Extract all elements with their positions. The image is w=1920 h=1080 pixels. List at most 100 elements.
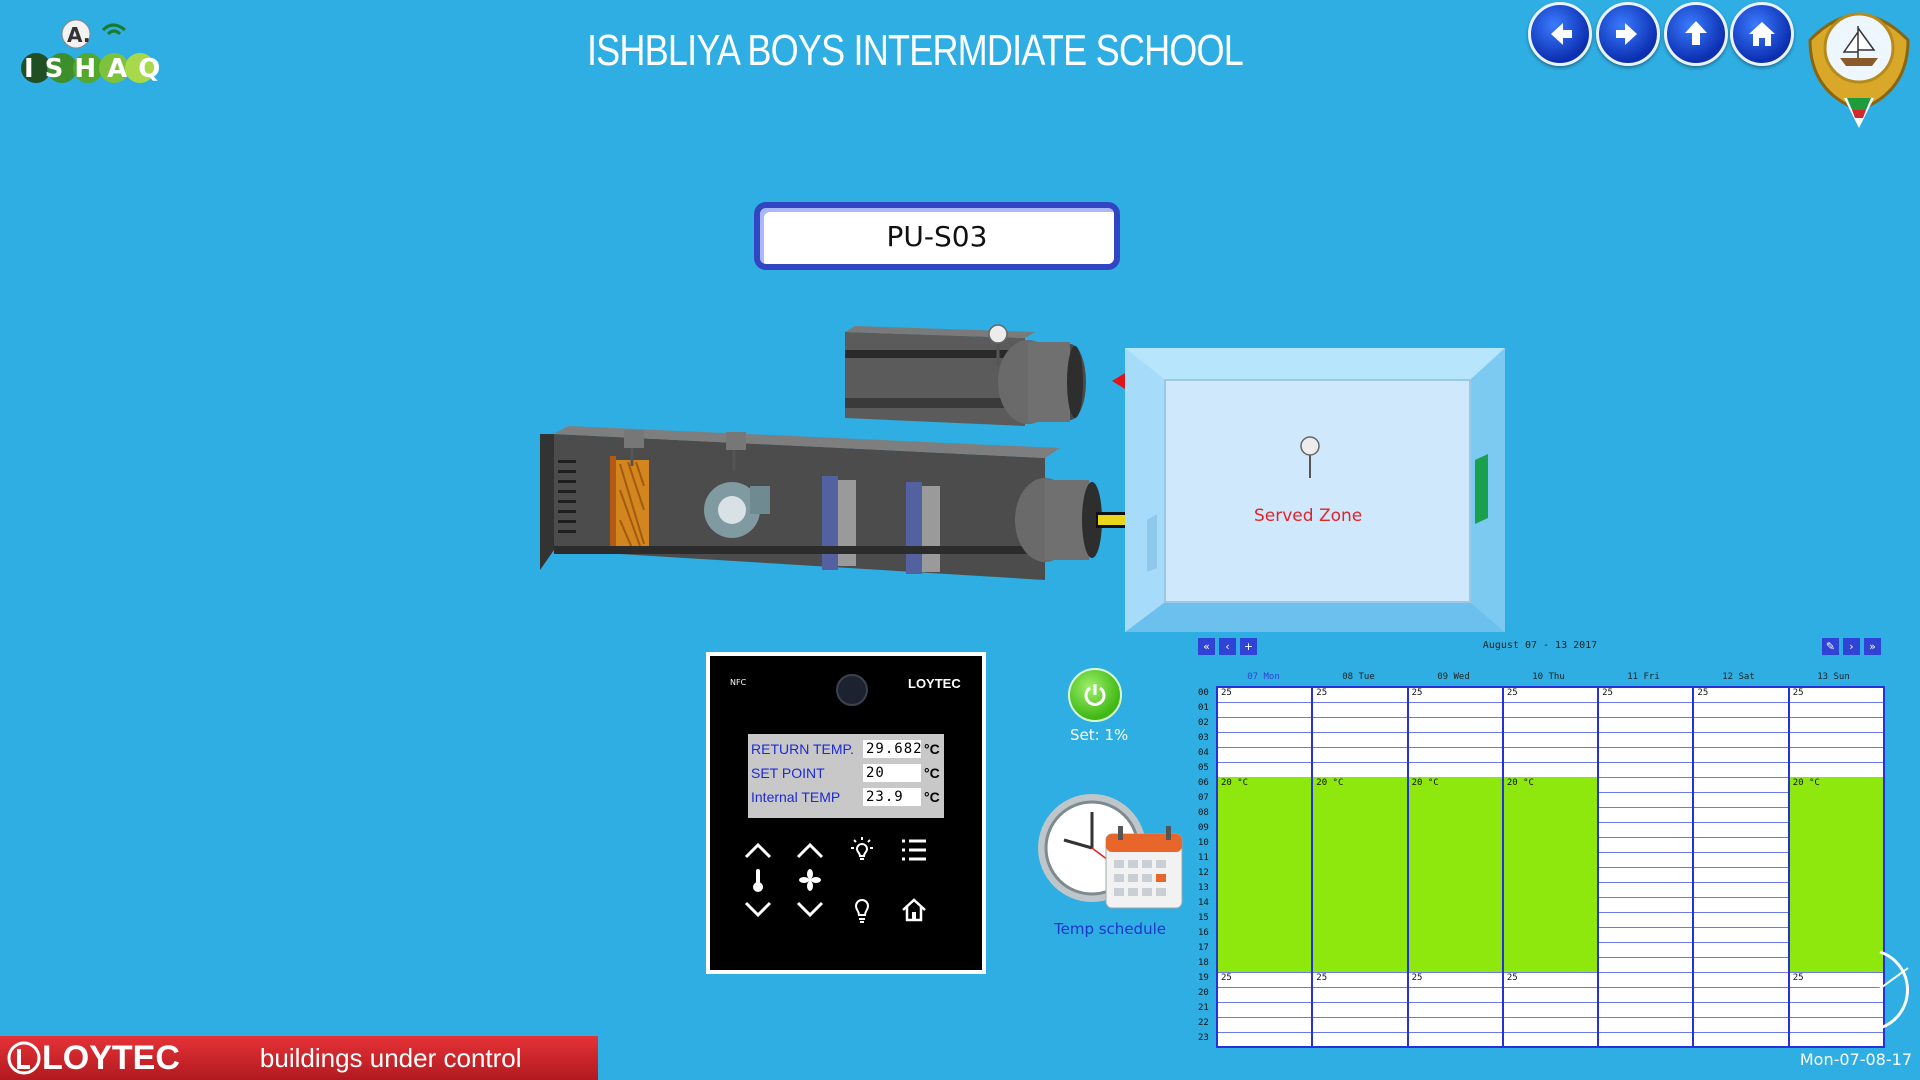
calendar-grid[interactable]: 25 20 °C 25 25 20 °C 25 25 20 °C 25 25 20 °C 25 25 25… — [1216, 686, 1885, 1048]
calendar-day-header: 09 Wed — [1437, 672, 1470, 682]
comfort-schedule-block[interactable]: 20 °C — [1218, 777, 1312, 972]
comfort-schedule-block[interactable]: 20 °C — [1313, 777, 1407, 972]
add-entry-button[interactable]: + — [1240, 638, 1257, 655]
forward-button[interactable] — [1596, 2, 1660, 66]
power-button[interactable] — [1068, 668, 1122, 722]
calendar-day-column[interactable]: 25 20 °C 25 — [1218, 688, 1312, 1046]
calendar-hour-label: 06 — [1198, 778, 1209, 788]
up-button[interactable] — [1664, 2, 1728, 66]
reading-row-set-point: SET POINT 20 °C — [748, 761, 944, 785]
footer-tagline: buildings under control — [259, 1042, 522, 1073]
presence-sensor-icon — [836, 674, 868, 706]
calendar-hour-label: 01 — [1198, 703, 1209, 713]
calendar-hour-label: 14 — [1198, 898, 1209, 908]
calendar-hour-label: 19 — [1198, 973, 1209, 983]
calendar-day-column[interactable]: 25 20 °C 25 — [1311, 688, 1407, 1046]
weekly-schedule-calendar: 07 Mon 08 Tue 09 Wed 10 Thu 11 Fri 12 Sat 13 S… — [1198, 672, 1885, 1048]
schedule-default-value: 25 — [1602, 688, 1613, 698]
calendar-hour-label: 13 — [1198, 883, 1209, 893]
calendar-day-header: 11 Fri — [1627, 672, 1660, 682]
schedule-default-value: 25 — [1316, 973, 1328, 983]
calendar-hour-label: 04 — [1198, 748, 1209, 758]
calendar-date-range: August 07 - 13 2017 — [1482, 640, 1598, 651]
reading-unit: °C — [924, 741, 940, 757]
calendar-hour-label: 12 — [1198, 868, 1209, 878]
served-zone-room — [1125, 348, 1505, 632]
calendar-hour-label: 05 — [1198, 763, 1209, 773]
set-point-value[interactable]: 20 — [863, 764, 921, 782]
page-title: ISHBLIYA BOYS INTERMDIATE SCHOOL — [586, 26, 1244, 75]
calendar-hour-label: 09 — [1198, 823, 1209, 833]
home-mode-button[interactable] — [896, 892, 932, 928]
calendar-day-header: 12 Sat — [1722, 672, 1755, 682]
footer-brand: LOYTEC — [6, 1039, 180, 1078]
calendar-day-header: 08 Tue — [1342, 672, 1375, 682]
light-down-button[interactable] — [844, 892, 880, 928]
nfc-label: NFC — [730, 678, 747, 687]
calendar-day-header: 10 Thu — [1532, 672, 1565, 682]
calendar-hour-label: 11 — [1198, 853, 1209, 863]
unit-name-label: PU-S03 — [754, 202, 1120, 270]
calendar-day-header: 07 Mon — [1247, 672, 1280, 682]
calendar-day-headers: 07 Mon 08 Tue 09 Wed 10 Thu 11 Fri 12 Sat 13 S… — [1216, 672, 1881, 686]
clock-calendar-icon[interactable] — [1034, 786, 1184, 916]
schedule-default-value: 25 — [1221, 973, 1232, 983]
logo-badge: A. — [67, 23, 90, 47]
kuwait-emblem-icon — [1808, 12, 1910, 128]
calendar-hour-label: 18 — [1198, 958, 1209, 968]
footer-banner: LOYTEC buildings under control — [0, 1036, 598, 1080]
calendar-day-column[interactable]: 25 20 °C 25 — [1787, 688, 1883, 1046]
reading-unit: °C — [924, 789, 940, 805]
return-duct — [845, 326, 1086, 426]
reading-row-internal-temp: Internal TEMP 23.9 °C — [748, 785, 944, 809]
calendar-hour-label: 17 — [1198, 943, 1209, 953]
comfort-value-label: 20 °C — [1792, 778, 1820, 788]
menu-button[interactable] — [896, 832, 932, 868]
schedule-default-value: 25 — [1506, 973, 1518, 983]
schedule-default-value: 25 — [1316, 688, 1328, 698]
calendar-day-column[interactable]: 25 — [1597, 688, 1693, 1046]
comfort-schedule-block[interactable]: 20 °C — [1789, 777, 1883, 972]
return-temp-value: 29.682 — [863, 740, 922, 758]
calendar-hour-label: 02 — [1198, 718, 1209, 728]
chevron-up-icon — [744, 842, 772, 859]
calendar-day-column[interactable]: 25 — [1692, 688, 1788, 1046]
temp-down-button[interactable] — [740, 892, 776, 928]
arrow-left-icon — [1551, 23, 1572, 45]
reading-label: SET POINT — [751, 765, 825, 781]
schedule-default-value: 25 — [1792, 688, 1804, 698]
readings-table: RETURN TEMP. 29.682 °C SET POINT 20 °C I… — [748, 734, 944, 818]
ishaq-logo: A. ISHAQ — [21, 19, 160, 84]
back-button[interactable] — [1528, 2, 1592, 66]
calendar-hour-labels: 00 01 02 03 04 05 06 07 08 09 10 11 12 13 14 15 16 17 18 19… — [1198, 686, 1216, 1046]
first-week-button[interactable]: « — [1198, 638, 1215, 655]
schedule-default-value: 25 — [1792, 973, 1804, 983]
light-up-button[interactable] — [844, 832, 880, 868]
arrow-right-icon — [1616, 23, 1637, 45]
home-button[interactable] — [1730, 2, 1794, 66]
comfort-schedule-block[interactable]: 20 °C — [1503, 777, 1598, 972]
temp-schedule-link[interactable]: Temp schedule — [1054, 920, 1166, 938]
calendar-hour-label: 23 — [1198, 1033, 1209, 1043]
edit-button[interactable]: ✎ — [1822, 638, 1839, 655]
supply-unit — [540, 426, 1102, 580]
schedule-default-value: 25 — [1411, 973, 1423, 983]
calendar-nav-left: « ‹ + — [1198, 638, 1257, 655]
previous-week-button[interactable]: ‹ — [1219, 638, 1236, 655]
next-week-button[interactable]: › — [1843, 638, 1860, 655]
footer-brand-text: LOYTEC — [42, 1038, 180, 1077]
current-date: Mon-07-08-17 — [1799, 1050, 1912, 1069]
reading-unit: °C — [924, 765, 940, 781]
calendar-day-column[interactable]: 25 20 °C 25 — [1501, 688, 1598, 1046]
calendar-hour-label: 21 — [1198, 1003, 1209, 1013]
comfort-value-label: 20 °C — [1221, 778, 1249, 788]
calendar-day-header: 13 Sun — [1817, 672, 1850, 682]
fan-down-button[interactable] — [792, 892, 828, 928]
calendar-day-column[interactable]: 25 20 °C 25 — [1406, 688, 1502, 1046]
chevron-up-icon — [796, 842, 824, 859]
comfort-schedule-block[interactable]: 20 °C — [1408, 777, 1502, 972]
power-icon — [1084, 684, 1106, 706]
last-week-button[interactable]: » — [1864, 638, 1881, 655]
chevron-down-icon — [796, 901, 824, 918]
calendar-hour-label: 20 — [1198, 988, 1209, 998]
